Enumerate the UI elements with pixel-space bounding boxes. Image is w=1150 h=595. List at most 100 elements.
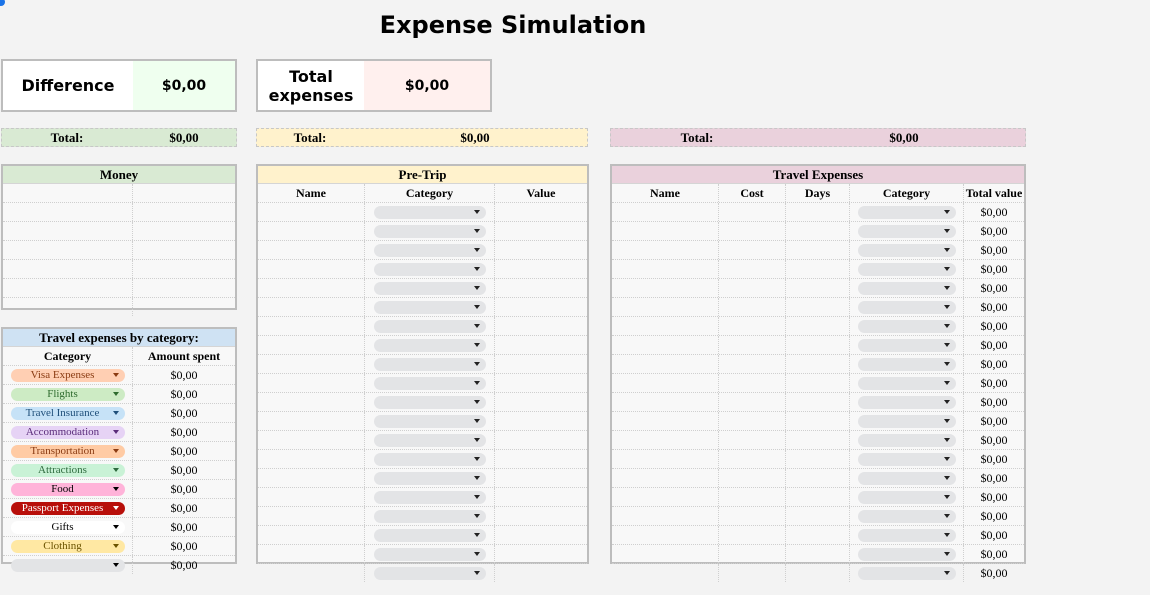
money-source-cell[interactable]: [3, 279, 133, 297]
pre-trip-name-cell[interactable]: [258, 469, 365, 487]
category-cell[interactable]: Passport Expenses: [3, 499, 133, 517]
travel-cost-cell[interactable]: [719, 564, 786, 582]
travel-name-cell[interactable]: [612, 374, 719, 392]
pre-trip-value-cell[interactable]: [495, 317, 587, 335]
pre-trip-category-cell[interactable]: [365, 298, 495, 316]
travel-cost-cell[interactable]: [719, 545, 786, 563]
pre-trip-category-cell[interactable]: [365, 374, 495, 392]
category-dropdown[interactable]: [373, 300, 486, 314]
pre-trip-value-cell[interactable]: [495, 488, 587, 506]
pre-trip-value-cell[interactable]: [495, 336, 587, 354]
travel-name-cell[interactable]: [612, 545, 719, 563]
pre-trip-category-cell[interactable]: [365, 507, 495, 525]
travel-days-cell[interactable]: [786, 412, 850, 430]
category-cell[interactable]: Visa Expenses: [3, 366, 133, 384]
category-dropdown[interactable]: [857, 357, 956, 371]
pre-trip-value-cell[interactable]: [495, 412, 587, 430]
money-amount-cell[interactable]: [133, 184, 235, 202]
travel-days-cell[interactable]: [786, 374, 850, 392]
pre-trip-category-cell[interactable]: [365, 488, 495, 506]
money-amount-cell[interactable]: [133, 260, 235, 278]
travel-name-cell[interactable]: [612, 450, 719, 468]
pre-trip-value-cell[interactable]: [495, 279, 587, 297]
travel-cost-cell[interactable]: [719, 317, 786, 335]
pre-trip-name-cell[interactable]: [258, 564, 365, 582]
category-dropdown[interactable]: [373, 566, 486, 580]
travel-cost-cell[interactable]: [719, 488, 786, 506]
category-dropdown[interactable]: [857, 319, 956, 333]
pre-trip-name-cell[interactable]: [258, 393, 365, 411]
pre-trip-value-cell[interactable]: [495, 203, 587, 221]
category-cell[interactable]: Accommodation: [3, 423, 133, 441]
category-dropdown[interactable]: [857, 262, 956, 276]
travel-cost-cell[interactable]: [719, 374, 786, 392]
travel-days-cell[interactable]: [786, 336, 850, 354]
pre-trip-category-cell[interactable]: [365, 412, 495, 430]
travel-name-cell[interactable]: [612, 279, 719, 297]
category-dropdown[interactable]: [857, 281, 956, 295]
category-dropdown[interactable]: [857, 414, 956, 428]
travel-name-cell[interactable]: [612, 431, 719, 449]
travel-name-cell[interactable]: [612, 222, 719, 240]
travel-category-cell[interactable]: [850, 488, 964, 506]
pre-trip-category-cell[interactable]: [365, 526, 495, 544]
travel-category-cell[interactable]: [850, 279, 964, 297]
travel-days-cell[interactable]: [786, 203, 850, 221]
pre-trip-name-cell[interactable]: [258, 203, 365, 221]
travel-name-cell[interactable]: [612, 241, 719, 259]
travel-category-cell[interactable]: [850, 374, 964, 392]
travel-category-cell[interactable]: [850, 564, 964, 582]
pre-trip-name-cell[interactable]: [258, 222, 365, 240]
travel-category-cell[interactable]: [850, 260, 964, 278]
money-source-cell[interactable]: [3, 222, 133, 240]
category-chip[interactable]: Gifts: [10, 520, 125, 534]
pre-trip-value-cell[interactable]: [495, 260, 587, 278]
pre-trip-category-cell[interactable]: [365, 431, 495, 449]
category-dropdown[interactable]: [373, 243, 486, 257]
pre-trip-name-cell[interactable]: [258, 317, 365, 335]
pre-trip-category-cell[interactable]: [365, 203, 495, 221]
category-dropdown[interactable]: [373, 490, 486, 504]
category-dropdown[interactable]: [857, 376, 956, 390]
pre-trip-name-cell[interactable]: [258, 374, 365, 392]
pre-trip-name-cell[interactable]: [258, 279, 365, 297]
travel-cost-cell[interactable]: [719, 203, 786, 221]
travel-category-cell[interactable]: [850, 450, 964, 468]
pre-trip-category-cell[interactable]: [365, 279, 495, 297]
travel-cost-cell[interactable]: [719, 507, 786, 525]
travel-cost-cell[interactable]: [719, 298, 786, 316]
category-dropdown[interactable]: [857, 547, 956, 561]
travel-days-cell[interactable]: [786, 298, 850, 316]
total-expenses-value[interactable]: $0,00: [364, 61, 490, 110]
category-dropdown[interactable]: [373, 452, 486, 466]
pre-trip-category-cell[interactable]: [365, 241, 495, 259]
travel-category-cell[interactable]: [850, 545, 964, 563]
category-dropdown[interactable]: [857, 509, 956, 523]
pre-trip-name-cell[interactable]: [258, 241, 365, 259]
travel-name-cell[interactable]: [612, 469, 719, 487]
travel-days-cell[interactable]: [786, 279, 850, 297]
pre-trip-category-cell[interactable]: [365, 393, 495, 411]
money-source-cell[interactable]: [3, 241, 133, 259]
travel-category-cell[interactable]: [850, 507, 964, 525]
category-dropdown[interactable]: [857, 224, 956, 238]
pre-trip-name-cell[interactable]: [258, 298, 365, 316]
travel-cost-cell[interactable]: [719, 526, 786, 544]
travel-name-cell[interactable]: [612, 412, 719, 430]
category-cell[interactable]: Flights: [3, 385, 133, 403]
category-dropdown[interactable]: [857, 243, 956, 257]
category-dropdown[interactable]: [857, 452, 956, 466]
category-dropdown[interactable]: [857, 433, 956, 447]
travel-cost-cell[interactable]: [719, 279, 786, 297]
travel-days-cell[interactable]: [786, 431, 850, 449]
category-dropdown[interactable]: [373, 528, 486, 542]
pre-trip-category-cell[interactable]: [365, 222, 495, 240]
category-chip[interactable]: Flights: [10, 387, 125, 401]
pre-trip-name-cell[interactable]: [258, 526, 365, 544]
money-amount-cell[interactable]: [133, 298, 235, 316]
category-dropdown[interactable]: [373, 205, 486, 219]
travel-days-cell[interactable]: [786, 393, 850, 411]
pre-trip-total-value[interactable]: $0,00: [363, 129, 587, 146]
travel-cost-cell[interactable]: [719, 355, 786, 373]
travel-total-value[interactable]: $0,00: [783, 129, 1025, 146]
